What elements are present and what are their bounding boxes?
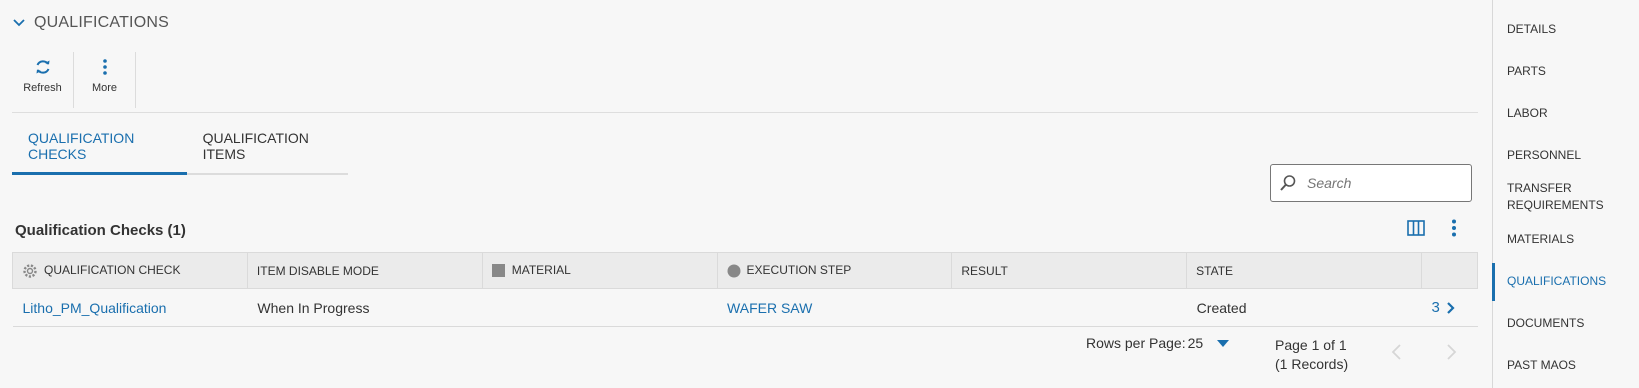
rows-per-page-label: Rows per Page: <box>1086 335 1186 351</box>
column-label: ITEM DISABLE MODE <box>256 263 379 278</box>
grid-title: Qualification Checks (1) <box>15 222 186 239</box>
qualification-check-link[interactable]: Litho_PM_Qualification <box>23 300 167 316</box>
execution-step-link[interactable]: WAFER SAW <box>727 300 812 316</box>
page-info: Page 1 of 1 (1 Records) <box>1275 336 1348 374</box>
search-box[interactable] <box>1270 164 1472 202</box>
nav-item-personnel[interactable]: PERSONNEL <box>1507 147 1637 164</box>
nav-item-labor[interactable]: LABOR <box>1507 105 1637 122</box>
qualification-checks-table: QUALIFICATION CHECK ITEM DISABLE MODE MA… <box>12 252 1479 327</box>
active-nav-marker <box>1492 263 1495 301</box>
nav-item-past-maos[interactable]: PAST MAOS <box>1507 357 1637 374</box>
tab-qualification-checks[interactable]: QUALIFICATION CHECKS <box>12 124 187 175</box>
page-indicator: Page 1 of 1 <box>1275 337 1347 353</box>
column-label: RESULT <box>961 263 1008 278</box>
column-header-result[interactable]: RESULT <box>951 252 1188 289</box>
toolbar: Refresh More <box>12 52 136 108</box>
divider <box>12 112 1478 113</box>
nav-item-qualifications[interactable]: QUALIFICATIONS <box>1507 273 1637 290</box>
chevron-down-icon[interactable] <box>12 16 26 30</box>
column-label: QUALIFICATION CHECK <box>44 262 181 277</box>
cell-material <box>482 288 718 327</box>
material-square-icon <box>491 263 505 277</box>
nav-item-transfer-requirements[interactable]: TRANSFER REQUIREMENTS <box>1507 180 1607 214</box>
column-header-item-disable-mode[interactable]: ITEM DISABLE MODE <box>247 252 483 289</box>
nav-item-materials[interactable]: MATERIALS <box>1507 231 1637 248</box>
refresh-label: Refresh <box>23 82 62 94</box>
side-navigation: DETAILS PARTS LABOR PERSONNEL TRANSFER R… <box>1492 0 1639 388</box>
previous-page-icon[interactable] <box>1390 344 1404 360</box>
column-label: MATERIAL <box>511 263 571 278</box>
search-icon <box>1280 175 1296 191</box>
section-header[interactable]: QUALIFICATIONS <box>12 14 169 32</box>
column-header-material[interactable]: MATERIAL <box>482 252 718 289</box>
nav-item-details[interactable]: DETAILS <box>1507 21 1637 38</box>
dropdown-caret-icon[interactable] <box>1217 339 1230 347</box>
tab-qualification-items[interactable]: QUALIFICATION ITEMS <box>187 124 348 173</box>
rows-per-page-value[interactable]: 25 <box>1188 335 1204 351</box>
cell-item-disable-mode: When In Progress <box>247 288 483 327</box>
main-content: QUALIFICATIONS Refresh More QUALIFICATIO… <box>0 0 1490 388</box>
column-header-execution-step[interactable]: EXECUTION STEP <box>717 252 953 289</box>
cell-result <box>951 288 1187 327</box>
grid-more-icon[interactable] <box>1444 218 1464 238</box>
more-vertical-icon <box>102 59 107 75</box>
gear-icon <box>23 263 37 278</box>
cell-state: Created <box>1186 288 1422 327</box>
next-page-icon[interactable] <box>1444 344 1458 360</box>
more-button[interactable]: More <box>74 52 136 108</box>
more-label: More <box>91 82 118 94</box>
grid-actions <box>1406 218 1464 238</box>
column-label: EXECUTION STEP <box>746 263 852 278</box>
nav-item-parts[interactable]: PARTS <box>1507 63 1637 80</box>
column-label: STATE <box>1196 263 1234 278</box>
cell-execution-step[interactable]: WAFER SAW <box>717 288 952 327</box>
chevron-right-icon[interactable] <box>1446 302 1456 315</box>
table-header-row: QUALIFICATION CHECK ITEM DISABLE MODE MA… <box>12 252 1479 289</box>
refresh-icon <box>36 60 49 74</box>
column-header-actions <box>1421 252 1479 289</box>
rows-per-page[interactable]: Rows per Page: 25 <box>1086 335 1230 351</box>
page-navigation <box>1390 344 1458 360</box>
column-header-qualification-check[interactable]: QUALIFICATION CHECK <box>12 252 248 289</box>
execution-step-circle-icon <box>727 264 741 278</box>
columns-icon[interactable] <box>1406 218 1426 238</box>
row-count[interactable]: 3 <box>1431 299 1439 316</box>
tab-bar: QUALIFICATION CHECKS QUALIFICATION ITEMS <box>12 124 348 175</box>
table-row[interactable]: Litho_PM_Qualification When In Progress … <box>12 288 1478 327</box>
record-count: (1 Records) <box>1275 356 1349 372</box>
cell-row-actions[interactable]: 3 <box>1421 288 1478 327</box>
nav-item-documents[interactable]: DOCUMENTS <box>1507 315 1637 332</box>
cell-qualification-check[interactable]: Litho_PM_Qualification <box>12 288 248 327</box>
refresh-button[interactable]: Refresh <box>12 52 74 108</box>
section-title: QUALIFICATIONS <box>34 14 169 31</box>
search-input[interactable] <box>1307 175 1467 191</box>
column-header-state[interactable]: STATE <box>1186 252 1422 289</box>
